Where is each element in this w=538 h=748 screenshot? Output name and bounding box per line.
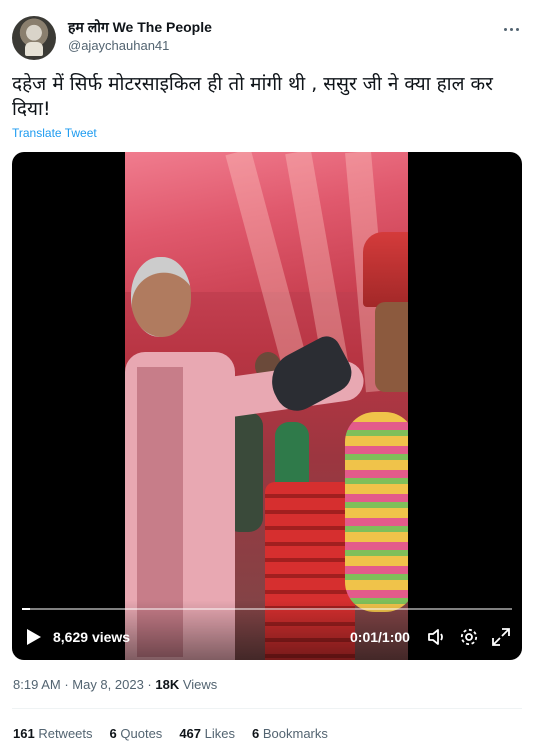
tweet-text: दहेज में सिर्फ मोटरसाइकिल ही तो मांगी थी… bbox=[12, 73, 493, 120]
video-controls: 8,629 views 0:01/1:00 bbox=[12, 600, 522, 660]
video-duration: 1:00 bbox=[381, 629, 410, 645]
video-views-count: 8,629 bbox=[53, 629, 89, 645]
more-options-icon[interactable] bbox=[500, 18, 522, 40]
translate-tweet-link[interactable]: Translate Tweet bbox=[12, 126, 97, 140]
tweet-time[interactable]: 8:19 AM bbox=[13, 677, 61, 692]
quotes-count: 6 bbox=[109, 726, 117, 741]
likes-label: Likes bbox=[204, 726, 235, 741]
video-frame bbox=[125, 152, 408, 660]
author-handle[interactable]: @ajaychauhan41 bbox=[68, 38, 169, 53]
bookmarks-stat[interactable]: 6 Bookmarks bbox=[252, 726, 328, 741]
play-icon[interactable] bbox=[26, 628, 42, 646]
avatar[interactable] bbox=[12, 16, 56, 60]
retweets-label: Retweets bbox=[38, 726, 93, 741]
quotes-label: Quotes bbox=[120, 726, 163, 741]
retweets-stat[interactable]: 161 Retweets bbox=[13, 726, 93, 741]
volume-icon[interactable] bbox=[426, 626, 448, 648]
video-player[interactable]: 8,629 views 0:01/1:00 bbox=[12, 152, 522, 660]
tweet-meta: 8:19 AM · May 8, 2023 · 18K Views bbox=[13, 677, 218, 692]
quotes-stat[interactable]: 6 Quotes bbox=[110, 726, 163, 741]
video-progress-bar[interactable] bbox=[22, 608, 512, 610]
tweet-date[interactable]: May 8, 2023 bbox=[72, 677, 144, 692]
tweet-views-count: 18K bbox=[155, 677, 180, 692]
tweet-header: हम लोग We The People @ajaychauhan41 bbox=[12, 14, 526, 62]
tweet-views-label: Views bbox=[182, 677, 218, 692]
divider bbox=[12, 708, 522, 709]
video-elapsed: 0:01 bbox=[350, 629, 379, 645]
likes-count: 467 bbox=[179, 726, 202, 741]
video-views: 8,629 views bbox=[53, 629, 130, 645]
video-views-label: views bbox=[91, 629, 131, 645]
bookmarks-count: 6 bbox=[252, 726, 260, 741]
likes-stat[interactable]: 467 Likes bbox=[179, 726, 235, 741]
tweet-stats: 161 Retweets 6 Quotes 467 Likes 6 Bookma… bbox=[13, 726, 345, 741]
author-display-name[interactable]: हम लोग We The People bbox=[68, 18, 212, 37]
bookmarks-label: Bookmarks bbox=[262, 726, 328, 741]
video-progress-fill bbox=[22, 608, 31, 610]
video-time: 0:01/1:00 bbox=[350, 629, 410, 645]
retweets-count: 161 bbox=[13, 726, 35, 741]
settings-icon[interactable] bbox=[458, 626, 480, 648]
fullscreen-icon[interactable] bbox=[490, 626, 512, 648]
